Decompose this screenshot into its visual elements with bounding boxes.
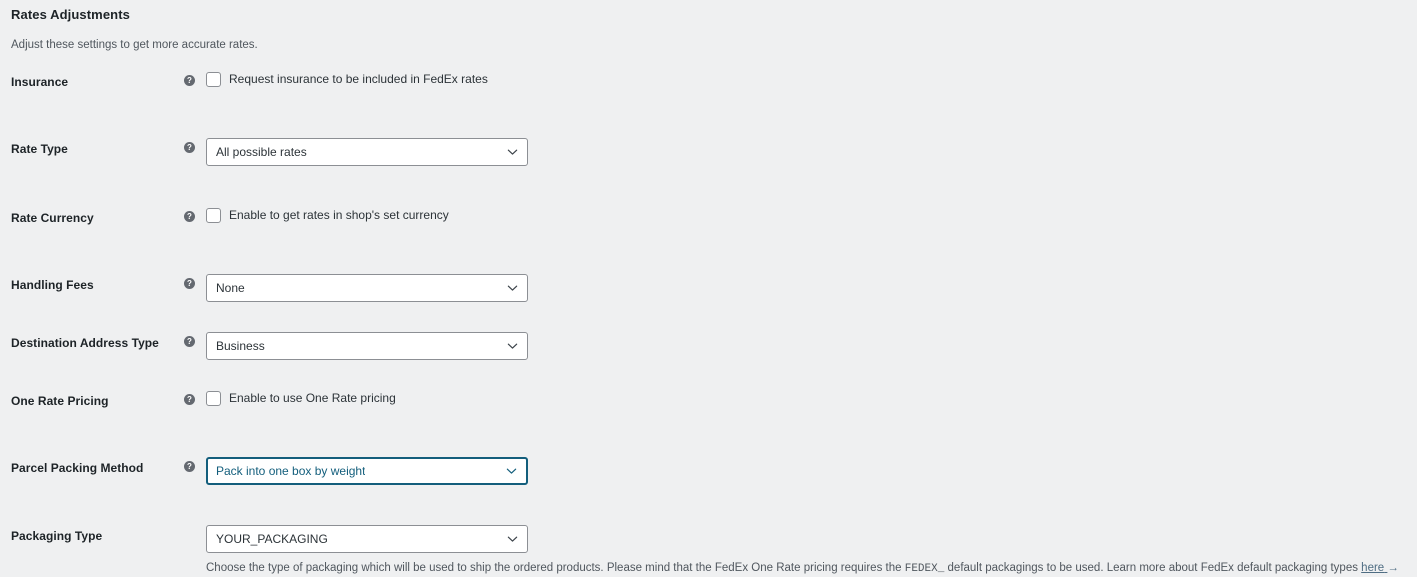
label-destination-address-type: Destination Address Type <box>11 336 159 350</box>
help-cell-rate-currency: ? <box>184 207 206 222</box>
destination-address-type-select-value: Business <box>216 339 265 353</box>
chevron-down-icon <box>507 147 518 158</box>
field-parcel-packing-method: Pack into one box by weight <box>206 457 1417 485</box>
row-packaging-type: Packaging Type YOUR_PACKAGING Choose the… <box>0 525 1417 577</box>
help-cell-parcel-packing-method: ? <box>184 457 206 472</box>
row-parcel-packing-method: Parcel Packing Method ? Pack into one bo… <box>0 457 1417 485</box>
label-rate-currency: Rate Currency <box>11 211 94 225</box>
help-cell-packaging-type <box>184 525 206 529</box>
help-icon[interactable]: ? <box>184 394 195 405</box>
help-cell-one-rate-pricing: ? <box>184 390 206 405</box>
chevron-down-icon <box>507 534 518 545</box>
row-one-rate-pricing: One Rate Pricing ? Enable to use One Rat… <box>0 390 1417 416</box>
section-subtitle: Adjust these settings to get more accura… <box>11 39 258 51</box>
settings-rows: Insurance ? Request insurance to be incl… <box>0 71 1417 577</box>
chevron-down-icon <box>506 466 517 477</box>
field-one-rate-pricing: Enable to use One Rate pricing <box>206 390 1417 406</box>
row-rate-type: Rate Type ? All possible rates <box>0 138 1417 166</box>
field-insurance: Request insurance to be included in FedE… <box>206 71 1417 87</box>
packaging-type-select-value: YOUR_PACKAGING <box>216 532 328 546</box>
rates-adjustments-panel: Rates Adjustments Adjust these settings … <box>0 0 1417 575</box>
row-handling-fees: Handling Fees ? None <box>0 274 1417 302</box>
row-destination-address-type: Destination Address Type ? Business <box>0 332 1417 360</box>
packaging-description-code: FEDEX_ <box>904 563 945 575</box>
chevron-down-icon <box>507 341 518 352</box>
help-icon[interactable]: ? <box>184 336 195 347</box>
packaging-type-select[interactable]: YOUR_PACKAGING <box>206 525 528 553</box>
one-rate-pricing-checkbox-row[interactable]: Enable to use One Rate pricing <box>206 390 1417 406</box>
help-icon[interactable]: ? <box>184 211 195 222</box>
help-icon[interactable]: ? <box>184 461 195 472</box>
label-handling-fees: Handling Fees <box>11 278 94 292</box>
rate-type-select[interactable]: All possible rates <box>206 138 528 166</box>
handling-fees-select[interactable]: None <box>206 274 528 302</box>
field-destination-address-type: Business <box>206 332 1417 360</box>
field-packaging-type: YOUR_PACKAGING Choose the type of packag… <box>206 525 1417 577</box>
help-icon[interactable]: ? <box>184 278 195 289</box>
handling-fees-select-value: None <box>216 281 245 295</box>
field-rate-currency: Enable to get rates in shop's set curren… <box>206 207 1417 223</box>
label-insurance: Insurance <box>11 75 69 89</box>
help-cell-rate-type: ? <box>184 138 206 153</box>
page-title: Rates Adjustments <box>11 7 130 22</box>
row-rate-currency: Rate Currency ? Enable to get rates in s… <box>0 207 1417 233</box>
parcel-packing-method-select-value: Pack into one box by weight <box>216 464 366 478</box>
help-cell-destination-address-type: ? <box>184 332 206 347</box>
rate-type-select-value: All possible rates <box>216 145 307 159</box>
label-one-rate-pricing: One Rate Pricing <box>11 394 109 408</box>
help-icon[interactable]: ? <box>184 142 195 153</box>
section-header: Rates Adjustments Adjust these settings … <box>0 0 1417 53</box>
rate-currency-checkbox-label: Enable to get rates in shop's set curren… <box>229 208 449 222</box>
field-rate-type: All possible rates <box>206 138 1417 166</box>
field-handling-fees: None <box>206 274 1417 302</box>
arrow-right-icon: → <box>1387 562 1399 574</box>
destination-address-type-select[interactable]: Business <box>206 332 528 360</box>
rate-currency-checkbox[interactable] <box>206 207 221 223</box>
label-parcel-packing-method: Parcel Packing Method <box>11 461 144 475</box>
help-cell-handling-fees: ? <box>184 274 206 289</box>
insurance-checkbox-label: Request insurance to be included in FedE… <box>229 72 488 86</box>
label-packaging-type: Packaging Type <box>11 529 103 543</box>
packaging-type-description: Choose the type of packaging which will … <box>206 561 1417 577</box>
help-cell-insurance: ? <box>184 71 206 86</box>
packaging-types-here-link[interactable]: here → <box>1361 562 1399 574</box>
chevron-down-icon <box>507 283 518 294</box>
insurance-checkbox[interactable] <box>206 71 221 87</box>
one-rate-pricing-checkbox-label: Enable to use One Rate pricing <box>229 391 396 405</box>
rate-currency-checkbox-row[interactable]: Enable to get rates in shop's set curren… <box>206 207 1417 223</box>
insurance-checkbox-row[interactable]: Request insurance to be included in FedE… <box>206 71 1417 87</box>
packaging-description-part1: Choose the type of packaging which will … <box>206 562 905 574</box>
help-icon[interactable]: ? <box>184 75 195 86</box>
label-rate-type: Rate Type <box>11 142 68 156</box>
parcel-packing-method-select[interactable]: Pack into one box by weight <box>206 457 528 485</box>
packaging-description-part2: default packagings to be used. Learn mor… <box>944 562 1362 574</box>
here-link-text: here <box>1361 562 1385 574</box>
one-rate-pricing-checkbox[interactable] <box>206 390 221 406</box>
row-insurance: Insurance ? Request insurance to be incl… <box>0 71 1417 97</box>
